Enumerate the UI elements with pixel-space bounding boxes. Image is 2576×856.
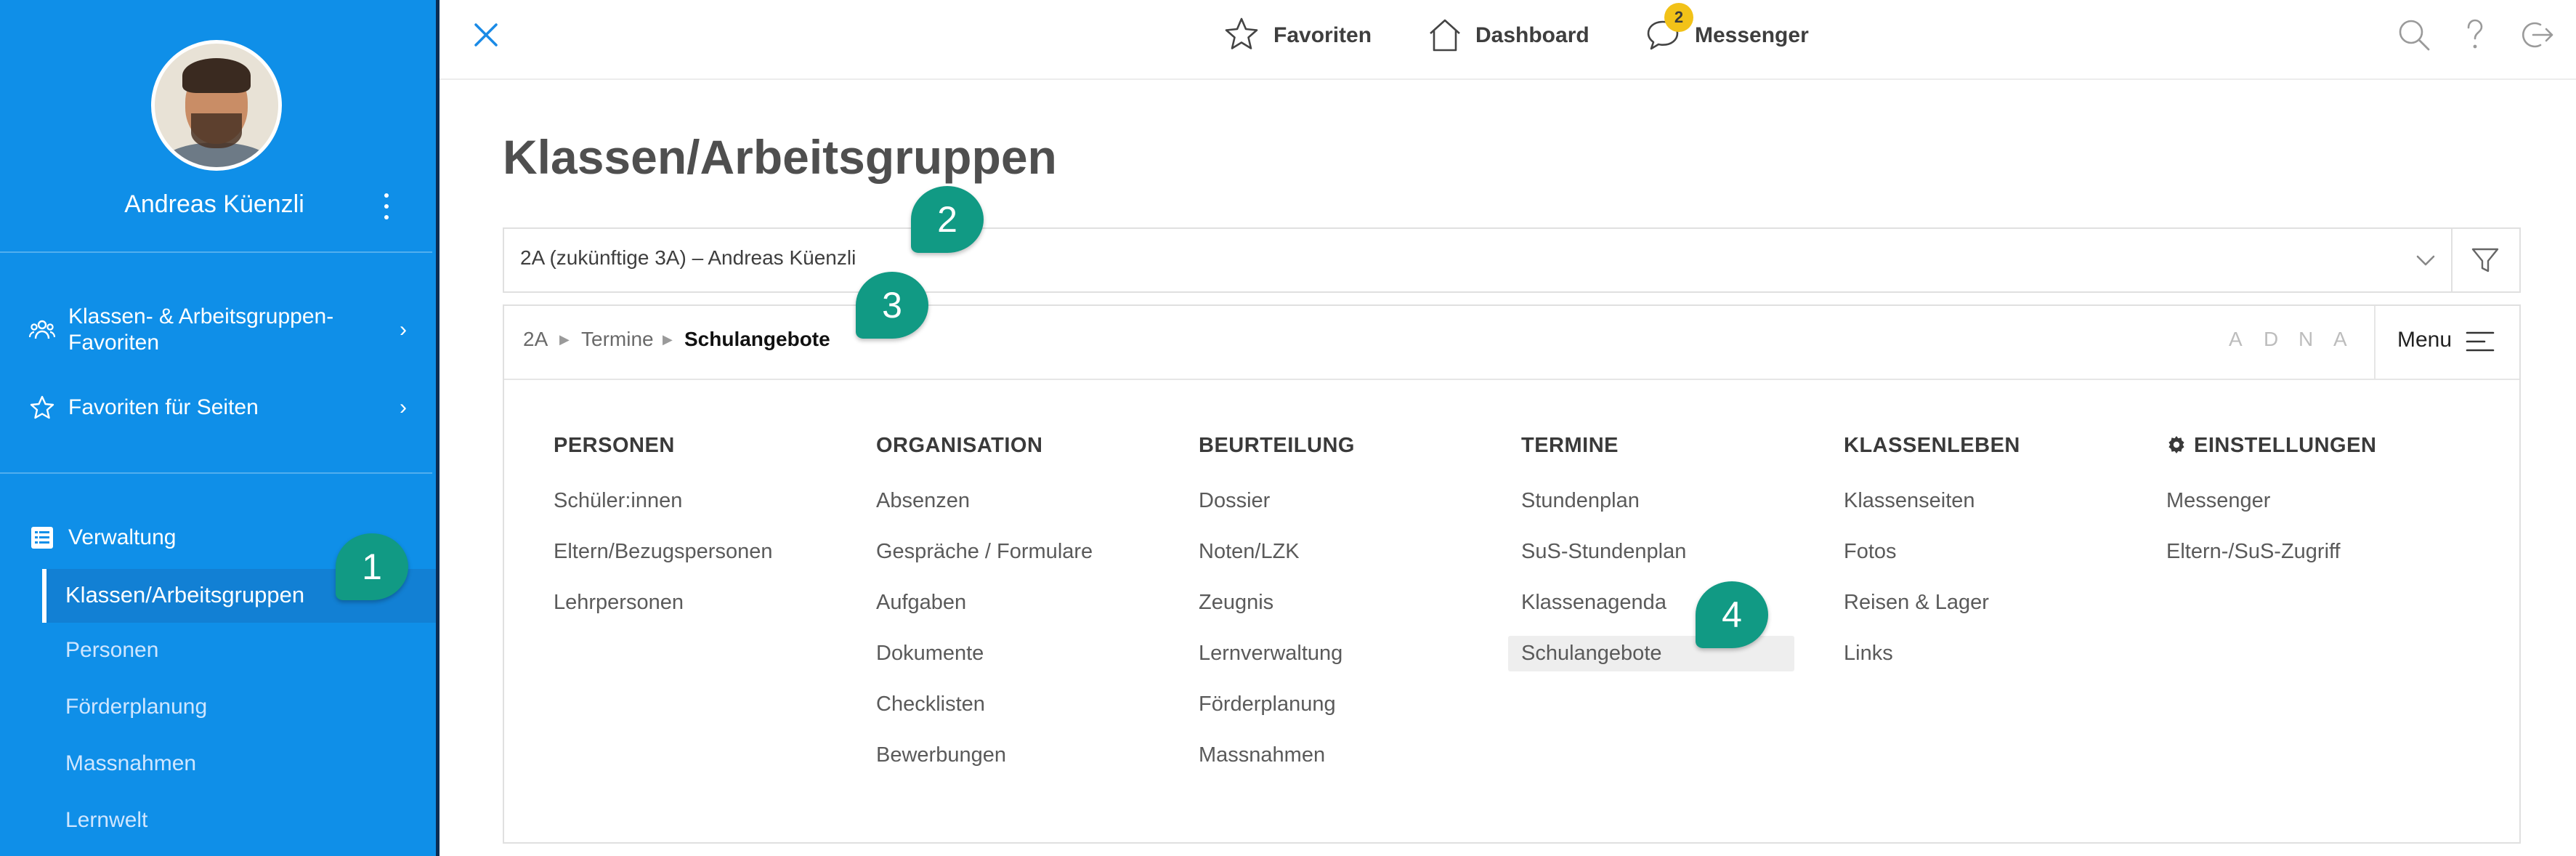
menu-item[interactable]: Messenger [2166, 489, 2270, 513]
sidebar-link-label: Favoriten für Seiten [68, 395, 259, 419]
menu-item[interactable]: Bewerbungen [876, 743, 1006, 767]
chevron-down-icon[interactable] [2413, 248, 2438, 272]
breadcrumb-separator-icon: ▶ [663, 332, 673, 347]
breadcrumb: 2A ▶ Termine ▶ Schulangebote A D N A Men… [504, 306, 2519, 380]
chevron-right-icon: › [400, 318, 407, 342]
menu-item[interactable]: Lehrpersonen [554, 591, 684, 615]
top-bar: Favoriten Dashboard 2 Messenger [440, 0, 2576, 80]
home-icon [1430, 19, 1460, 52]
menu-item[interactable]: Fotos [1844, 540, 1897, 564]
filter-icon[interactable] [2470, 245, 2500, 275]
sidebar-item-foerderplanung[interactable]: Förderplanung [65, 695, 207, 719]
column-heading-label: EINSTELLUNGEN [2194, 434, 2377, 457]
column-heading-termine: TERMINE [1521, 434, 1619, 457]
more-options-icon[interactable] [379, 193, 394, 219]
menu-item[interactable]: Checklisten [876, 693, 985, 716]
sidebar: Andreas Küenzli Klassen- & Arbeitsgruppe… [0, 0, 440, 856]
callout-3: 3 [856, 272, 928, 339]
list-icon [31, 527, 53, 549]
search-icon[interactable] [2395, 16, 2433, 54]
menu-item[interactable]: Zeugnis [1199, 591, 1273, 615]
view-toggle-a2[interactable]: A [2333, 328, 2347, 351]
menu-item[interactable]: Schüler:innen [554, 489, 682, 513]
breadcrumb-separator-icon: ▶ [559, 332, 570, 347]
breadcrumb-item-class[interactable]: 2A [523, 328, 548, 351]
people-icon [29, 320, 55, 339]
column-heading-klassenleben: KLASSENLEBEN [1844, 434, 2020, 457]
sidebar-section-label: Verwaltung [68, 525, 177, 549]
class-select[interactable]: 2A (zukünftige 3A) – Andreas Küenzli [503, 227, 2521, 293]
gear-icon [2168, 436, 2184, 453]
divider [2451, 229, 2453, 291]
callout-4: 4 [1696, 581, 1768, 648]
class-select-value: 2A (zukünftige 3A) – Andreas Küenzli [520, 246, 856, 269]
menu-item[interactable]: Förderplanung [1199, 693, 1336, 716]
menu-item[interactable]: SuS-Stundenplan [1521, 540, 1686, 564]
view-toggle-a[interactable]: A [2229, 328, 2243, 351]
hamburger-icon [2466, 331, 2495, 352]
class-menu-panel: 2A ▶ Termine ▶ Schulangebote A D N A Men… [503, 304, 2521, 844]
sidebar-item-lernwelt[interactable]: Lernwelt [65, 808, 147, 833]
avatar[interactable] [151, 40, 282, 171]
nav-dashboard[interactable]: Dashboard [1426, 16, 1593, 57]
sidebar-item-personen[interactable]: Personen [65, 638, 158, 663]
page-title: Klassen/Arbeitsgruppen [503, 130, 1057, 184]
nav-label: Favoriten [1273, 23, 1372, 47]
menu-item[interactable]: Stundenplan [1521, 489, 1640, 513]
menu-item[interactable]: Links [1844, 642, 1893, 666]
menu-item[interactable]: Klassenseiten [1844, 489, 1975, 513]
sidebar-link-label: Klassen- & Arbeitsgruppen- [68, 304, 334, 328]
menu-item[interactable]: Dokumente [876, 642, 984, 666]
column-heading-einstellungen: EINSTELLUNGEN [2166, 434, 2376, 458]
breadcrumb-item-current: Schulangebote [684, 328, 830, 350]
menu-item[interactable]: Aufgaben [876, 591, 966, 615]
sidebar-item-massnahmen[interactable]: Massnahmen [65, 751, 196, 776]
column-heading-beurteilung: BEURTEILUNG [1199, 434, 1355, 457]
callout-2: 2 [911, 186, 984, 253]
sidebar-item-label: Klassen/Arbeitsgruppen [65, 582, 305, 607]
divider [0, 472, 432, 474]
menu-item[interactable]: Eltern-/SuS-Zugriff [2166, 540, 2341, 564]
menu-item[interactable]: Gespräche / Formulare [876, 540, 1093, 564]
menu-button[interactable]: Menu [2374, 306, 2519, 379]
view-toggle-d[interactable]: D [2264, 328, 2278, 351]
nav-messenger[interactable]: 2 Messenger [1644, 3, 1818, 57]
close-icon[interactable] [470, 19, 502, 51]
menu-item[interactable]: Eltern/Bezugspersonen [554, 540, 772, 564]
user-name: Andreas Küenzli [124, 190, 304, 218]
column-heading-organisation: ORGANISATION [876, 434, 1043, 457]
nav-label: Dashboard [1475, 23, 1589, 47]
star-icon [30, 395, 54, 419]
menu-item[interactable]: Klassenagenda [1521, 591, 1666, 615]
view-toggle-n[interactable]: N [2298, 328, 2313, 351]
sidebar-link-group-favorites[interactable]: Klassen- & Arbeitsgruppen- Favoriten › [29, 304, 407, 356]
help-icon[interactable] [2456, 16, 2494, 54]
breadcrumb-item-termine[interactable]: Termine [581, 328, 654, 351]
divider [0, 251, 432, 253]
star-icon [1225, 17, 1258, 49]
menu-label: Menu [2397, 328, 2453, 352]
menu-item[interactable]: Absenzen [876, 489, 970, 513]
callout-1: 1 [336, 533, 408, 600]
notification-badge: 2 [1664, 3, 1693, 32]
menu-item[interactable]: Noten/LZK [1199, 540, 1300, 564]
nav-label: Messenger [1695, 23, 1809, 47]
column-heading-personen: PERSONEN [554, 434, 675, 457]
menu-item[interactable]: Reisen & Lager [1844, 591, 1989, 615]
chevron-right-icon: › [400, 395, 407, 419]
logout-icon[interactable] [2517, 16, 2555, 54]
menu-item[interactable]: Lernverwaltung [1199, 642, 1342, 666]
active-indicator [42, 569, 46, 623]
nav-favoriten[interactable]: Favoriten [1223, 16, 1375, 57]
sidebar-link-label-2: Favoriten [68, 331, 160, 355]
menu-item[interactable]: Massnahmen [1199, 743, 1325, 767]
menu-item[interactable]: Dossier [1199, 489, 1270, 513]
